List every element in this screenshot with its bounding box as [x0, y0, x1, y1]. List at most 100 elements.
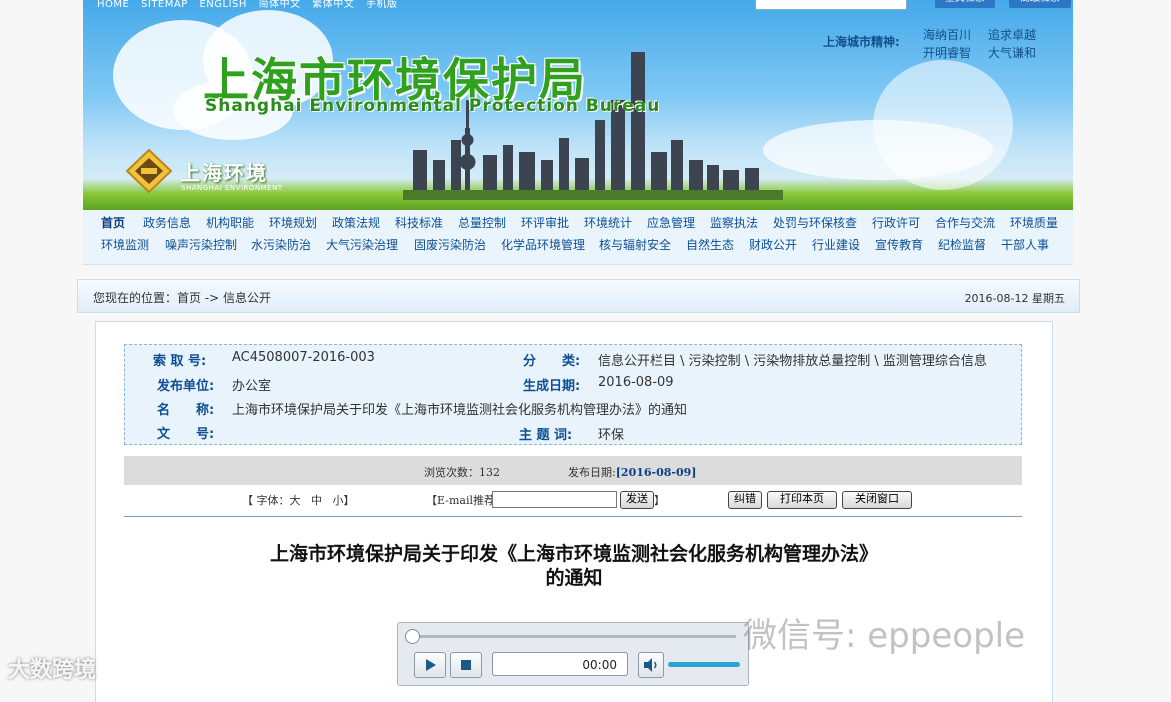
nav-item[interactable]: 行政许可 — [872, 212, 920, 234]
article-title: 上海市环境保护局关于印发《上海市环境监测社会化服务机构管理办法》 的通知 — [96, 542, 1052, 590]
top-link[interactable]: 繁体中文 — [312, 0, 354, 10]
keyword-label: 主 题 词: — [519, 428, 573, 443]
city-spirit-phrase: 开明睿智 — [923, 46, 972, 60]
nav-item[interactable]: 固废污染防治 — [414, 234, 486, 256]
top-link[interactable]: 手机版 — [366, 0, 398, 10]
breadcrumb-bar: 您现在的位置：首页 -> 信息公开 2016-08-12 星期五 — [77, 279, 1080, 313]
publish-date: 发布日期:[2016-08-09] — [568, 464, 697, 480]
article-title-line: 的通知 — [545, 567, 603, 589]
nav-item[interactable]: 环评审批 — [521, 212, 569, 234]
font-size-close: 】 — [343, 494, 355, 507]
publisher-value: 办公室 — [232, 379, 272, 394]
nav-item[interactable]: 行业建设 — [812, 234, 860, 256]
publish-date-label: 发布日期: — [568, 466, 616, 479]
stats-bar: 浏览次数：132 发布日期:[2016-08-09] — [124, 456, 1022, 485]
logo-text-en: SHANGHAI ENVIRONMENT — [181, 184, 283, 192]
nav-item[interactable]: 机构职能 — [206, 212, 254, 234]
generation-date-value: 2016-08-09 — [598, 375, 674, 390]
nav-item[interactable]: 纪检监督 — [938, 234, 986, 256]
email-input[interactable] — [492, 491, 617, 508]
nav-item[interactable]: 噪声污染控制 — [165, 234, 237, 256]
top-link[interactable]: ENGLISH — [199, 0, 246, 10]
index-number-value: AC4508007-2016-003 — [232, 350, 375, 365]
breadcrumb-current-link[interactable]: 信息公开 — [223, 291, 271, 305]
city-spirit-phrase: 海纳百川 — [923, 28, 972, 42]
print-button[interactable]: 打印本页 — [767, 491, 837, 509]
font-size-control: 【 字体：大 中 小】 — [242, 492, 355, 508]
nav-item[interactable]: 处罚与环保核查 — [773, 212, 857, 234]
top-link[interactable]: 简体中文 — [259, 0, 301, 10]
keyword-value: 环保 — [598, 428, 625, 443]
play-button[interactable] — [414, 652, 446, 678]
nav-item[interactable]: 核与辐射安全 — [599, 234, 671, 256]
correct-button[interactable]: 纠错 — [728, 491, 762, 509]
nav-item[interactable]: 科技标准 — [395, 212, 443, 234]
send-button[interactable]: 发送 — [620, 491, 654, 509]
category-value: 信息公开栏目 \ 污染控制 \ 污染物排放总量控制 \ 监测管理综合信息 — [598, 354, 987, 369]
dandelion — [873, 60, 1013, 190]
view-count: 浏览次数：132 — [424, 464, 500, 480]
breadcrumb-separator: -> — [201, 291, 224, 305]
audio-player: 00:00 — [397, 622, 749, 686]
nav-item[interactable]: 水污染防治 — [251, 234, 311, 256]
nav-item[interactable]: 财政公开 — [749, 234, 797, 256]
font-size-label: 【 字体： — [242, 494, 290, 507]
advanced-search-button[interactable]: 高级检索 — [1009, 0, 1071, 8]
top-link[interactable]: SITEMAP — [141, 0, 188, 10]
font-medium-link[interactable]: 中 — [311, 494, 322, 507]
audio-progress-handle[interactable] — [405, 629, 420, 644]
stop-icon — [461, 660, 471, 670]
site-title-en: Shanghai Environmental Protection Bureau — [205, 96, 661, 116]
top-search-input[interactable] — [755, 0, 907, 10]
nav-item[interactable]: 宣传教育 — [875, 234, 923, 256]
breadcrumb-prefix: 您现在的位置： — [93, 291, 178, 305]
wechat-watermark: 微信号: eppeople — [743, 616, 1026, 656]
nav-item[interactable]: 环境统计 — [584, 212, 632, 234]
nav-item[interactable]: 大气污染治理 — [326, 234, 398, 256]
brand-watermark: 大数跨境 — [8, 658, 97, 683]
nav-item[interactable]: 政策法规 — [332, 212, 380, 234]
site-banner: HOME SITEMAP ENGLISH 简体中文 繁体中文 手机版 全文检索 … — [83, 0, 1073, 210]
city-spirit-phrase: 大气谦和 — [988, 46, 1037, 60]
volume-button[interactable] — [638, 652, 664, 678]
document-metadata: 索 取 号: AC4508007-2016-003 分 类: 信息公开栏目 \ … — [124, 344, 1022, 445]
logo-text-cn: 上海环境 — [180, 161, 268, 185]
nav-item[interactable]: 监察执法 — [710, 212, 758, 234]
top-links: HOME SITEMAP ENGLISH 简体中文 繁体中文 手机版 — [97, 0, 405, 10]
breadcrumb: 您现在的位置：首页 -> 信息公开 — [93, 289, 271, 306]
nav-item[interactable]: 自然生态 — [686, 234, 734, 256]
document-name-label: 名 称: — [157, 403, 215, 418]
volume-slider[interactable] — [668, 662, 740, 667]
publisher-label: 发布单位: — [157, 379, 215, 394]
close-window-button[interactable]: 关闭窗口 — [842, 491, 912, 509]
index-number-label: 索 取 号: — [153, 354, 207, 369]
email-label: 【E-mail推荐 — [426, 494, 495, 507]
stop-button[interactable] — [450, 652, 482, 678]
divider — [124, 516, 1022, 517]
audio-progress-track[interactable] — [410, 635, 736, 638]
fulltext-search-button[interactable]: 全文检索 — [935, 0, 995, 8]
font-small-link[interactable]: 小 — [333, 494, 344, 507]
breadcrumb-home-link[interactable]: 首页 — [177, 291, 201, 305]
nav-item[interactable]: 政务信息 — [143, 212, 191, 234]
nav-item[interactable]: 环境监测 — [101, 234, 149, 256]
nav-item[interactable]: 总量控制 — [458, 212, 506, 234]
nav-item[interactable]: 干部人事 — [1001, 234, 1049, 256]
bureau-logo-icon — [125, 148, 173, 194]
top-link[interactable]: HOME — [97, 0, 129, 10]
nav-item[interactable]: 环境质量 — [1010, 212, 1058, 234]
article-toolbar: 【 字体：大 中 小】 【E-mail推荐 发送 】 纠错 打印本页 关闭窗口 — [124, 489, 1022, 511]
audio-time: 00:00 — [492, 652, 628, 676]
nav-item[interactable]: 化学品环境管理 — [501, 234, 585, 256]
nav-item[interactable]: 合作与交流 — [935, 212, 995, 234]
nav-item[interactable]: 应急管理 — [647, 212, 695, 234]
view-count-label: 浏览次数： — [424, 466, 479, 479]
city-spirit-phrase: 追求卓越 — [988, 28, 1037, 42]
nav-item[interactable]: 环境规划 — [269, 212, 317, 234]
view-count-value: 132 — [479, 466, 500, 479]
current-date: 2016-08-12 星期五 — [964, 292, 1065, 305]
font-large-link[interactable]: 大 — [290, 494, 301, 507]
nav-item-home[interactable]: 首页 — [101, 212, 125, 234]
category-label: 分 类: — [523, 354, 581, 369]
article-title-line: 上海市环境保护局关于印发《上海市环境监测社会化服务机构管理办法》 — [269, 543, 878, 565]
